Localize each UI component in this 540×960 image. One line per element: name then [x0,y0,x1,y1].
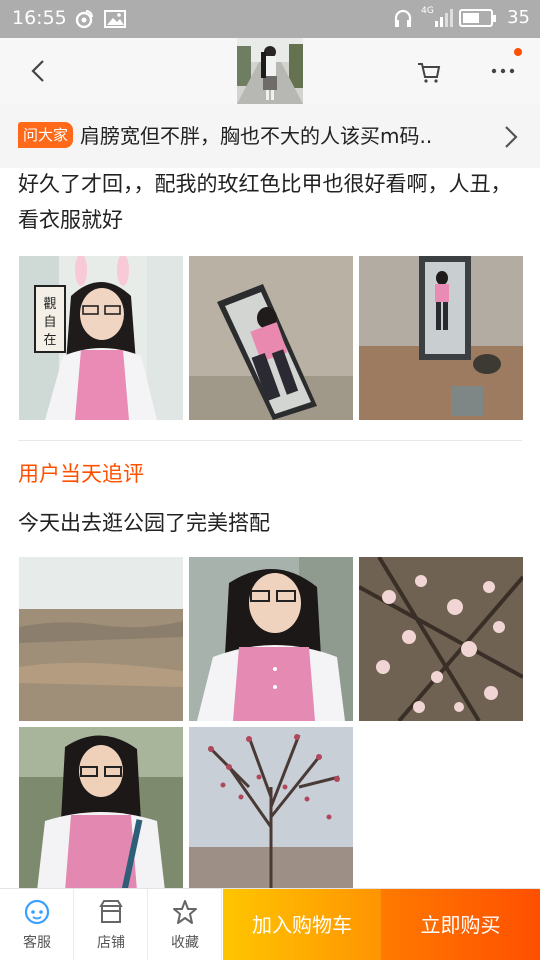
review-text: 好久了才回，，配我的玫红色比甲也很好看啊，人丑，看衣服就好 [18,172,512,232]
shop-icon [99,900,123,923]
followup-photo[interactable] [359,557,523,721]
ask-badge: 问大家 [18,122,74,148]
review-photo[interactable] [359,256,523,420]
nav-bar [0,38,540,104]
status-right: 4G 35 [393,5,530,28]
svg-text:觀: 觀 [43,297,56,312]
notification-dot [514,48,522,56]
cart-icon[interactable] [414,56,444,86]
svg-text:在: 在 [43,333,56,348]
followup-photo[interactable] [189,727,353,891]
status-bar: 16:55 4G 35 [0,0,540,38]
product-thumbnail[interactable] [237,38,303,104]
gallery-icon [104,10,126,28]
customer-service-button[interactable]: 客服 [0,889,74,960]
svg-text:自: 自 [43,315,56,330]
customer-service-icon [24,899,50,925]
review-photo[interactable] [189,256,353,420]
followup-photo[interactable] [19,727,183,891]
battery-icon [459,8,497,27]
followup-photo[interactable] [189,557,353,721]
chevron-right-icon [505,126,518,148]
headphones-icon [394,9,412,27]
ask-everyone-bar[interactable]: 问大家 肩膀宽但不胖，胸也不大的人该买m码.. [0,104,540,168]
shop-label: 店铺 [97,935,125,951]
signal-icon: 4G [421,5,454,28]
weibo-icon [75,10,93,29]
favorite-button[interactable]: 收藏 [148,889,222,960]
status-notification-icons [74,9,126,29]
product-thumbnail-image [237,38,303,104]
ask-question: 肩膀宽但不胖，胸也不大的人该买m码.. [80,124,433,148]
customer-service-label: 客服 [23,935,51,951]
review-photo[interactable]: 觀 自 在 [19,256,183,420]
divider [18,440,522,441]
back-icon[interactable] [24,56,54,86]
battery-level: 35 [507,7,530,28]
add-to-cart-button[interactable]: 加入购物车 [223,889,381,960]
network-type: 4G [421,5,434,16]
buy-now-button[interactable]: 立即购买 [381,889,540,960]
followup-photo[interactable] [19,557,183,721]
bottom-action-bar: 客服 店铺 收藏 加入购物车 立即购买 [0,888,540,960]
star-icon [173,900,197,924]
status-time: 16:55 [12,7,67,29]
followup-title: 用户当天追评 [18,462,144,486]
more-icon[interactable] [488,56,518,86]
shop-button[interactable]: 店铺 [74,889,148,960]
followup-text: 今天出去逛公园了完美搭配 [18,511,270,535]
favorite-label: 收藏 [171,935,199,951]
